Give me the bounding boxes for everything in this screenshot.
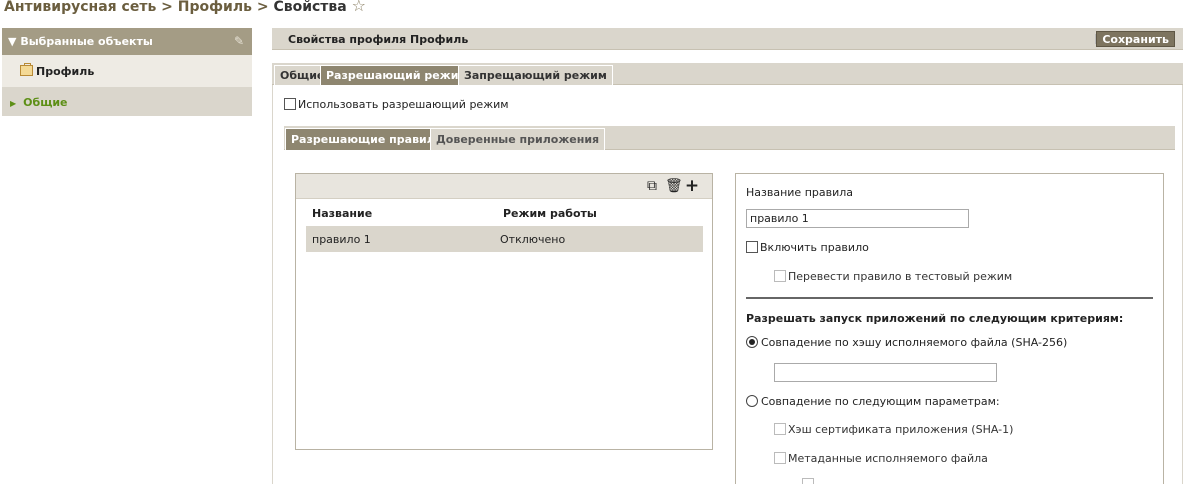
rule-mode-cell: Отключено [500, 233, 566, 246]
cert-hash-option[interactable]: Хэш сертификата приложения (SHA-1) [774, 423, 1013, 436]
sidebar-item-profile[interactable]: Профиль [2, 55, 252, 87]
add-icon[interactable]: + [684, 178, 700, 195]
rule-details-panel: Название правила правило 1 Включить прав… [735, 173, 1164, 484]
save-button[interactable]: Сохранить [1096, 31, 1175, 47]
params-match-radio[interactable] [746, 395, 758, 407]
metadata-option[interactable]: Метаданные исполняемого файла [774, 452, 988, 465]
tab-allow-rules[interactable]: Разрешающие правила [285, 128, 449, 150]
sidebar-header-label: Выбранные объекты [20, 35, 153, 48]
rules-toolbar: ⧉ 🗑 + [296, 174, 712, 199]
rules-panel: ⧉ 🗑 + Название Режим работы правило 1 От… [295, 173, 713, 450]
profile-icon [20, 63, 33, 76]
params-match-label: Совпадение по следующим параметрам: [761, 395, 1000, 408]
test-mode-option[interactable]: Перевести правило в тестовый режим [774, 270, 1012, 283]
divider [746, 297, 1153, 299]
sidebar-item-label: Общие [23, 96, 68, 109]
cert-hash-checkbox[interactable] [774, 423, 786, 435]
enable-rule-checkbox[interactable] [746, 241, 758, 253]
metadata-checkbox[interactable] [774, 452, 786, 464]
hash-match-option[interactable]: Совпадение по хэшу исполняемого файла (S… [746, 336, 1067, 349]
metadata-subitem-checkbox[interactable] [802, 478, 814, 484]
metadata-label: Метаданные исполняемого файла [788, 452, 988, 465]
breadcrumb-antivirus-network[interactable]: Антивирусная сеть [4, 0, 156, 15]
rule-name-label: Название правила [746, 186, 854, 199]
metadata-subitem[interactable] [802, 478, 816, 484]
sidebar-item-general[interactable]: ▶ Общие [2, 87, 252, 116]
copy-icon[interactable]: ⧉ [644, 178, 660, 194]
tab-deny-mode[interactable]: Запрещающий режим [458, 65, 613, 85]
enable-rule-label: Включить правило [760, 241, 869, 254]
star-icon[interactable]: ☆ [352, 0, 366, 15]
expand-arrow-icon: ▶ [10, 99, 17, 108]
tab-allow-mode[interactable]: Разрешающий режим [320, 65, 474, 85]
properties-header: Свойства профиля Профиль Сохранить [272, 28, 1183, 50]
column-header-mode[interactable]: Режим работы [503, 207, 597, 220]
column-header-name[interactable]: Название [312, 207, 372, 220]
pin-icon[interactable]: ✎ [234, 34, 244, 48]
use-allow-mode-option[interactable]: Использовать разрешающий режим [284, 98, 509, 111]
params-match-option[interactable]: Совпадение по следующим параметрам: [746, 395, 1000, 408]
trash-icon[interactable]: 🗑 [665, 178, 683, 194]
sidebar-item-label: Профиль [36, 65, 95, 78]
enable-rule-option[interactable]: Включить правило [746, 241, 869, 254]
cert-hash-label: Хэш сертификата приложения (SHA-1) [788, 423, 1014, 436]
hash-match-label: Совпадение по хэшу исполняемого файла (S… [761, 336, 1068, 349]
breadcrumb: Антивирусная сеть > Профиль > Свойства ☆ [4, 0, 366, 16]
sub-tabbar: Разрешающие правила Доверенные приложени… [284, 126, 1175, 150]
table-row[interactable]: правило 1 Отключено [306, 226, 703, 252]
hash-input[interactable] [774, 363, 997, 382]
test-mode-label: Перевести правило в тестовый режим [788, 270, 1013, 283]
rule-name-cell: правило 1 [312, 233, 371, 246]
criteria-heading: Разрешать запуск приложений по следующим… [746, 312, 1124, 325]
breadcrumb-profile[interactable]: Профиль [178, 0, 252, 15]
sidebar-header[interactable]: ▼ Выбранные объекты ✎ [2, 28, 252, 55]
main-tabbar: Общие Разрешающий режим Запрещающий режи… [272, 63, 1183, 85]
page-title: Свойства профиля Профиль [288, 33, 469, 46]
collapse-arrow-icon: ▼ [8, 35, 17, 48]
breadcrumb-separator: > [161, 0, 173, 15]
use-allow-mode-checkbox[interactable] [284, 98, 296, 110]
tab-trusted-apps[interactable]: Доверенные приложения [430, 128, 606, 150]
use-allow-mode-label: Использовать разрешающий режим [298, 98, 509, 111]
breadcrumb-separator: > [256, 0, 269, 15]
test-mode-checkbox[interactable] [774, 270, 786, 282]
rule-name-input[interactable]: правило 1 [746, 209, 969, 228]
hash-match-radio[interactable] [746, 336, 758, 348]
breadcrumb-current: Свойства [273, 0, 347, 15]
